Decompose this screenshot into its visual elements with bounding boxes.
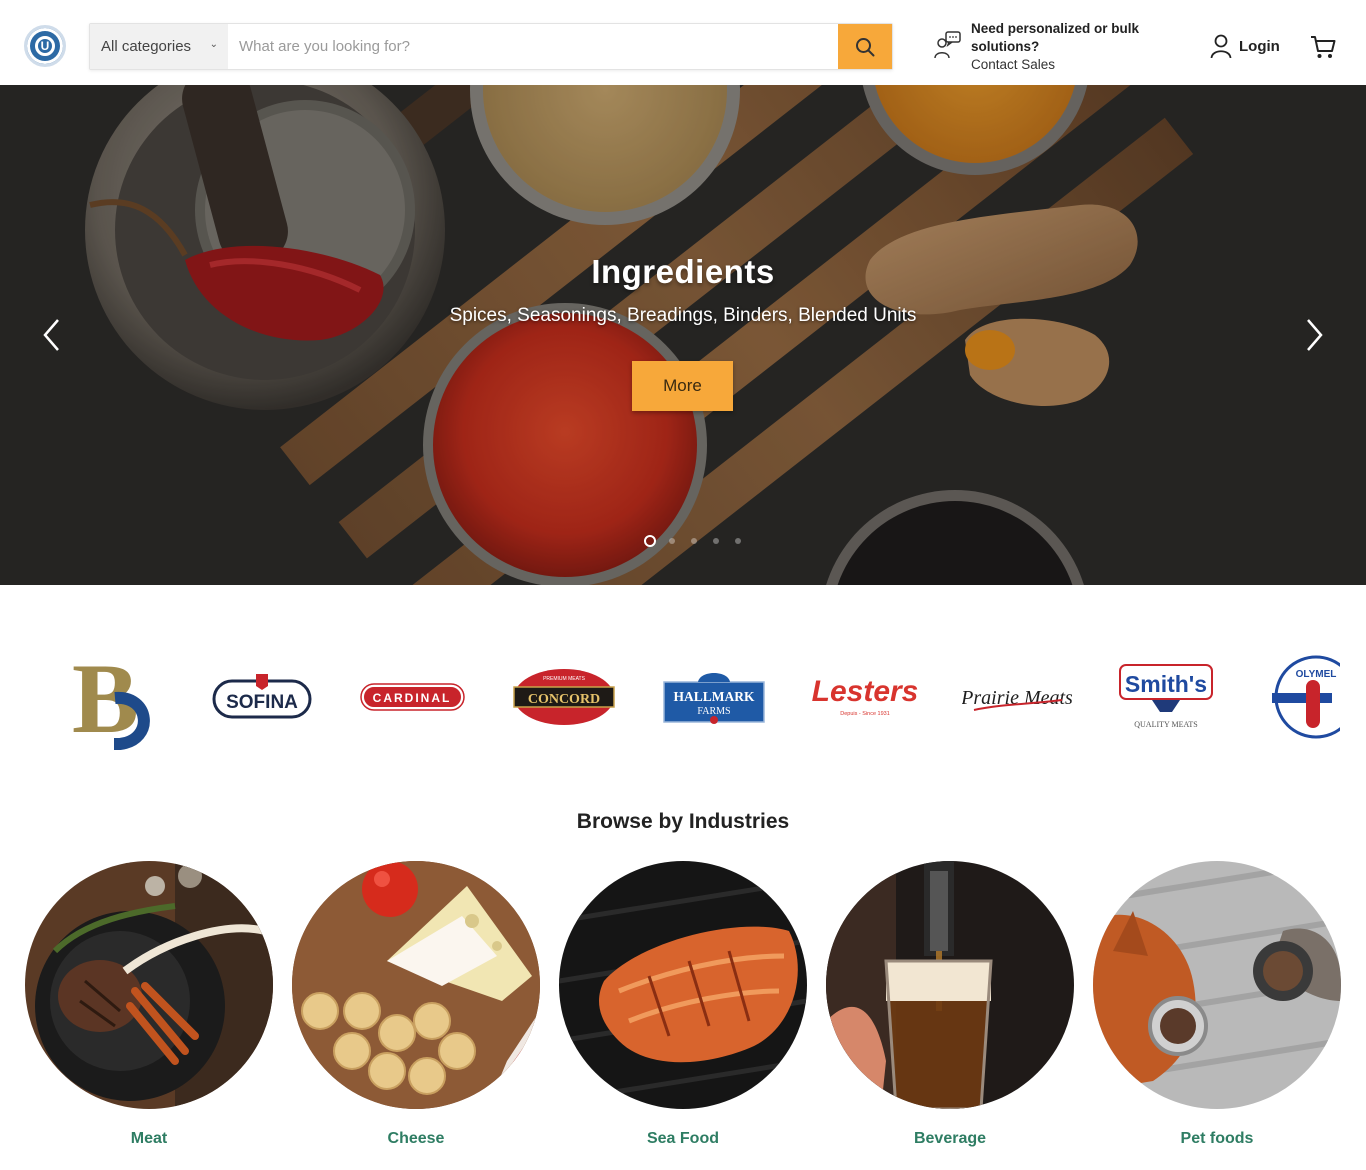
svg-text:QUALITY MEATS: QUALITY MEATS bbox=[1134, 720, 1197, 729]
industry-image bbox=[559, 861, 807, 1109]
site-logo[interactable]: U bbox=[24, 25, 66, 67]
industry-pet-foods[interactable]: Pet foods bbox=[1093, 861, 1341, 1161]
chevron-down-icon: ⌄ bbox=[209, 39, 218, 50]
industry-label: Pet foods bbox=[1180, 1130, 1254, 1147]
svg-text:CARDINAL: CARDINAL bbox=[373, 691, 452, 705]
industry-label: Beverage bbox=[913, 1130, 987, 1147]
svg-text:Depuis - Since 1931: Depuis - Since 1931 bbox=[840, 711, 890, 717]
industry-cheese[interactable]: Cheese bbox=[292, 861, 540, 1161]
svg-text:OLYMEL: OLYMEL bbox=[1296, 669, 1337, 680]
carousel-dot[interactable] bbox=[713, 538, 719, 544]
carousel-dot[interactable] bbox=[735, 538, 741, 544]
svg-text:PREMIUM MEATS: PREMIUM MEATS bbox=[543, 676, 586, 682]
brand-logo-lesters[interactable]: Lesters Depuis - Since 1931 bbox=[812, 640, 918, 750]
brand-logos: B SOFINA CARDINAL CONCORD PREMIUM MEATS … bbox=[0, 640, 1366, 760]
industry-label: Sea Food bbox=[646, 1130, 719, 1147]
industry-seafood[interactable]: Sea Food bbox=[559, 861, 807, 1161]
carousel-dot[interactable] bbox=[691, 538, 697, 544]
user-icon bbox=[1210, 34, 1232, 59]
brand-logo-b[interactable]: B bbox=[70, 640, 155, 750]
hero-title: Ingredients bbox=[591, 253, 775, 290]
svg-text:Prairie Meats: Prairie Meats bbox=[962, 687, 1072, 709]
brand-logo-prairie-meats[interactable]: Prairie Meats bbox=[962, 640, 1072, 750]
svg-text:Lesters: Lesters bbox=[812, 675, 918, 708]
brand-logo-smiths[interactable]: Smith's QUALITY MEATS bbox=[1116, 640, 1216, 750]
contact-title: Need personalized or bulk solutions? bbox=[971, 21, 1140, 54]
brand-logo-cardinal[interactable]: CARDINAL bbox=[360, 640, 465, 750]
svg-text:FARMS: FARMS bbox=[697, 706, 730, 717]
svg-text:Smith's: Smith's bbox=[1125, 671, 1207, 697]
hero-more-button[interactable]: More bbox=[632, 361, 733, 411]
site-header: U All categories ⌄ Need personalized or … bbox=[0, 0, 1366, 85]
svg-text:HALLMARK: HALLMARK bbox=[674, 689, 755, 704]
svg-text:CONCORD: CONCORD bbox=[528, 692, 600, 707]
svg-text:SOFINA: SOFINA bbox=[226, 692, 298, 713]
search-bar: All categories ⌄ bbox=[89, 23, 893, 70]
industry-label: Meat bbox=[130, 1130, 168, 1147]
industry-image bbox=[1093, 861, 1341, 1109]
industry-image bbox=[826, 861, 1074, 1109]
brand-logo-concord[interactable]: CONCORD PREMIUM MEATS bbox=[512, 640, 616, 750]
search-icon bbox=[856, 38, 875, 57]
industries-title: Browse by Industries bbox=[576, 810, 790, 833]
brand-logo-sofina[interactable]: SOFINA bbox=[210, 640, 315, 750]
industry-meat[interactable]: Meat bbox=[25, 861, 273, 1161]
hero-subtitle: Spices, Seasonings, Breadings, Binders, … bbox=[449, 305, 917, 326]
industry-beverage[interactable]: Beverage bbox=[826, 861, 1074, 1161]
brand-logo-olymel[interactable]: OLYMEL bbox=[1268, 640, 1340, 750]
search-input[interactable] bbox=[229, 24, 839, 69]
carousel-dot[interactable] bbox=[644, 535, 656, 547]
carousel-next-icon[interactable] bbox=[1302, 317, 1326, 353]
contact-sales[interactable]: Need personalized or bulk solutions? Con… bbox=[932, 20, 1162, 74]
hero-image bbox=[0, 85, 1366, 585]
brand-logo-hallmark[interactable]: HALLMARK FARMS bbox=[662, 640, 766, 750]
industry-image bbox=[25, 861, 273, 1109]
contact-sales-link[interactable]: Contact Sales bbox=[971, 56, 1161, 74]
search-button[interactable] bbox=[838, 24, 892, 69]
category-select[interactable]: All categories ⌄ bbox=[90, 24, 228, 69]
hero-carousel: Ingredients Spices, Seasonings, Breading… bbox=[0, 85, 1366, 585]
carousel-prev-icon[interactable] bbox=[40, 317, 64, 353]
industry-image bbox=[292, 861, 540, 1109]
carousel-dot[interactable] bbox=[669, 538, 675, 544]
support-chat-icon bbox=[934, 31, 961, 59]
industry-label: Cheese bbox=[387, 1130, 445, 1147]
cart-icon[interactable] bbox=[1309, 33, 1337, 61]
